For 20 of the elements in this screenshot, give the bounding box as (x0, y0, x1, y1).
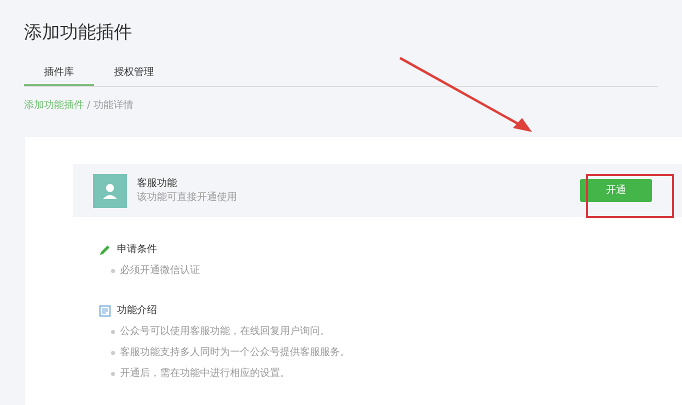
plugin-description: 该功能可直接开通使用 (137, 190, 237, 204)
bullet-icon (111, 372, 115, 376)
section-item: 客服功能支持多人同时为一个公众号提供客服服务。 (120, 346, 350, 360)
section-item: 开通后，需在功能中进行相应的设置。 (120, 367, 290, 381)
pencil-icon (99, 244, 111, 256)
section-title: 申请条件 (117, 243, 157, 257)
breadcrumb-current: 功能详情 (93, 99, 134, 113)
tab[interactable]: 插件库 (24, 60, 94, 86)
bullet-icon (111, 269, 115, 273)
bullet-icon (111, 351, 115, 355)
plugin-name: 客服功能 (137, 176, 178, 190)
tab[interactable]: 授权管理 (94, 60, 174, 86)
section-item: 必须开通微信认证 (120, 264, 200, 278)
page-title: 添加功能插件 (24, 21, 133, 45)
bullet-icon (111, 330, 115, 334)
avatar-icon (93, 174, 127, 208)
section-title: 功能介绍 (117, 304, 157, 318)
breadcrumb-separator: / (87, 99, 90, 113)
document-icon (99, 305, 111, 317)
section-item: 公众号可以使用客服功能，在线回复用户询问。 (120, 325, 330, 339)
